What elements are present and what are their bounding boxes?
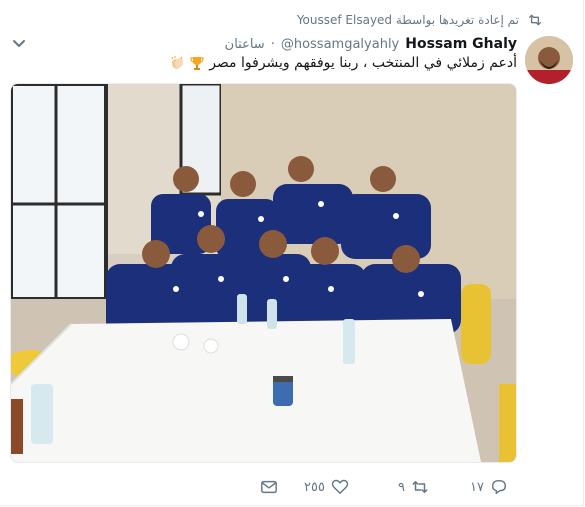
user-handle[interactable]: @hossamgalyahly [281,37,399,52]
tweet-timestamp[interactable]: ساعتان [225,37,265,52]
retweet-context-label[interactable]: تم إعادة تغريدها بواسطة Youssef Elsayed [297,13,519,27]
reply-icon[interactable] [490,478,508,496]
retweet-action[interactable]: ٩ [398,476,429,498]
trophy-emoji [190,57,204,70]
message-action[interactable] [260,476,278,498]
chevron-down-icon[interactable] [12,38,26,50]
message-icon[interactable] [260,478,278,496]
avatar[interactable] [525,36,573,84]
like-action[interactable]: ٢٥٥ [304,476,349,498]
heart-icon[interactable] [331,478,349,496]
tweet-photo[interactable] [10,83,517,463]
tweet-actions: ٢٥٥ ٩ ١٧ [260,476,520,498]
retweet-count: ٩ [398,479,405,495]
retweet-icon [529,14,541,26]
retweet-icon[interactable] [411,478,429,496]
like-count: ٢٥٥ [304,479,325,495]
tweet-text-row: أدعم زملائي في المنتخب ، ربنا يوفقهم ويش… [169,52,517,74]
clapping-hands-emoji [171,56,184,69]
reply-count: ١٧ [470,479,484,495]
tweet-text: أدعم زملائي في المنتخب ، ربنا يوفقهم ويش… [209,55,517,71]
user-fullname[interactable]: Hossam Ghaly [405,36,517,52]
reply-action[interactable]: ١٧ [470,476,508,498]
tweet-card[interactable]: تم إعادة تغريدها بواسطة Youssef Elsayed … [0,0,584,506]
retweet-context: تم إعادة تغريدها بواسطة Youssef Elsayed [297,10,543,30]
separator-dot: · [270,36,275,52]
